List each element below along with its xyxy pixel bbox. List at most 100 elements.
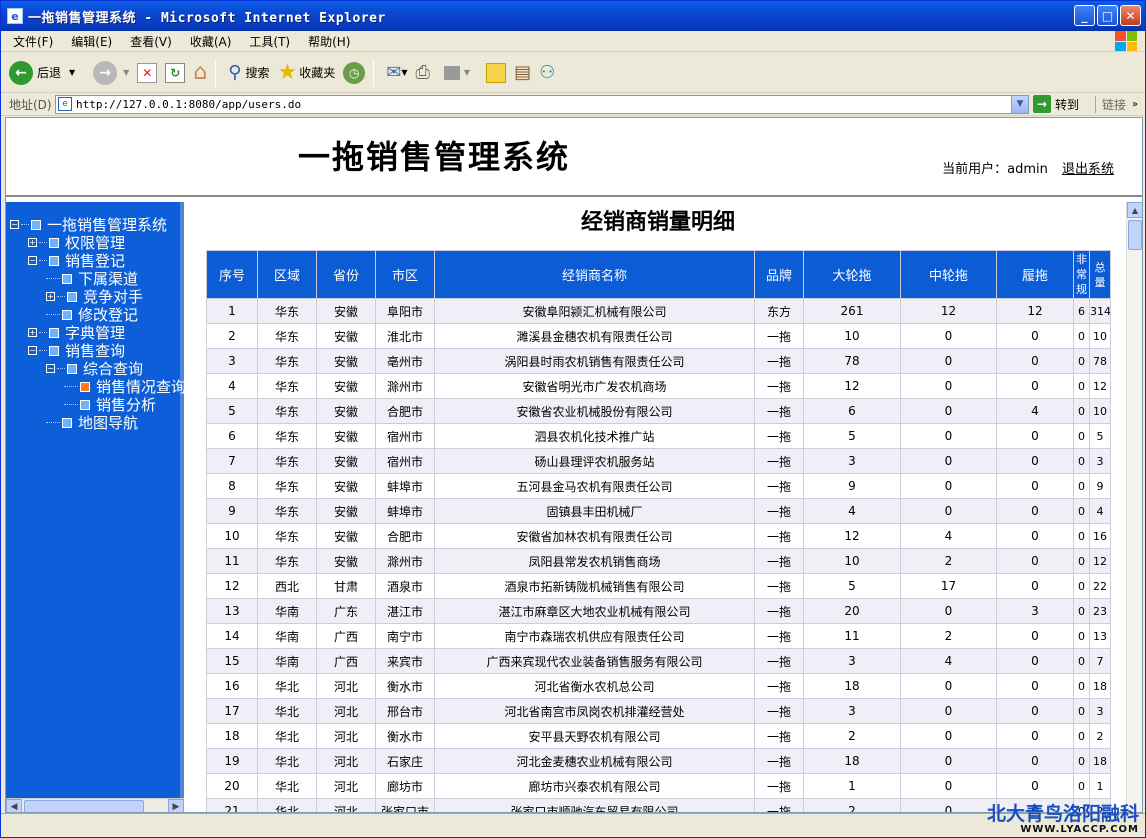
- table-cell: 广东: [316, 598, 376, 624]
- research-button[interactable]: ▤: [514, 62, 531, 83]
- table-row: 19 华北 河北 石家庄 河北金麦穗农业机械有限公司 一拖 18 0 0 0 18: [206, 748, 1111, 774]
- menu-file[interactable]: 文件(F): [13, 33, 53, 50]
- home-button[interactable]: ⌂: [193, 60, 207, 85]
- table-cell: 0: [900, 748, 997, 774]
- stop-button[interactable]: ✕: [137, 62, 158, 83]
- table-cell: 蚌埠市: [375, 473, 435, 499]
- table-cell: 华东: [257, 448, 317, 474]
- table-cell: 21: [206, 798, 258, 812]
- table-cell: 4: [206, 373, 258, 399]
- user-info: 当前用户：admin 退出系统: [942, 158, 1114, 177]
- table-cell: 华南: [257, 648, 317, 674]
- address-bar: 地址(D) e http://127.0.0.1:8080/app/users.…: [1, 93, 1145, 116]
- table-row: 4 华东 安徽 滁州市 安徽省明光市广发农机商场 一拖 12 0 0 0 12: [206, 373, 1111, 399]
- col-header-medium-wheel[interactable]: 中轮拖: [900, 250, 997, 299]
- table-row: 3 华东 安徽 亳州市 涡阳县时雨农机销售有限责任公司 一拖 78 0 0 0 78: [206, 348, 1111, 374]
- collapse-icon[interactable]: −: [10, 220, 19, 229]
- table-cell: 12: [803, 523, 901, 549]
- edit-button[interactable]: ▼: [438, 65, 470, 80]
- history-button[interactable]: ◷: [343, 61, 366, 84]
- table-cell: 0: [900, 773, 997, 799]
- watermark-line2: WWW.LYACCP.COM: [1020, 824, 1139, 835]
- table-cell: 0: [1073, 548, 1090, 574]
- address-dropdown-icon[interactable]: ▼: [1011, 95, 1028, 113]
- col-header-dealer[interactable]: 经销商名称: [434, 250, 755, 299]
- menu-edit[interactable]: 编辑(E): [71, 33, 112, 50]
- table-cell: 78: [1089, 348, 1111, 374]
- table-cell: 安徽省明光市广发农机商场: [434, 373, 755, 399]
- table-cell: 2: [900, 548, 997, 574]
- col-header-nonstandard[interactable]: 非常规: [1073, 250, 1090, 299]
- node-icon: [49, 237, 59, 248]
- address-input[interactable]: e http://127.0.0.1:8080/app/users.do ▼: [55, 94, 1029, 114]
- table-cell: 4: [1089, 498, 1111, 524]
- tree-horizontal-scrollbar[interactable]: ◀ ▶: [6, 798, 184, 812]
- favorites-button[interactable]: ★ 收藏夹: [278, 60, 336, 85]
- scroll-left-icon[interactable]: ◀: [6, 799, 22, 812]
- forward-button[interactable]: → ▼: [83, 60, 129, 85]
- table-row: 18 华北 河北 衡水市 安平县天野农机有限公司 一拖 2 0 0 0 2: [206, 723, 1111, 749]
- expand-icon[interactable]: +: [28, 238, 37, 247]
- search-button[interactable]: ⚲ 搜索: [228, 62, 269, 83]
- go-button[interactable]: → 转到: [1033, 95, 1079, 113]
- table-cell: 20: [803, 598, 901, 624]
- table-row: 2 华东 安徽 淮北市 濉溪县金穗农机有限责任公司 一拖 10 0 0 0 10: [206, 323, 1111, 349]
- table-cell: 固镇县丰田机械厂: [434, 498, 755, 524]
- table-cell: 0: [996, 548, 1074, 574]
- scroll-thumb[interactable]: [1128, 220, 1142, 250]
- close-button[interactable]: ✕: [1120, 5, 1141, 26]
- table-cell: 0: [900, 473, 997, 499]
- current-user: 当前用户：admin: [942, 162, 1048, 177]
- col-header-region[interactable]: 区域: [257, 250, 317, 299]
- table-cell: 华东: [257, 523, 317, 549]
- collapse-icon[interactable]: −: [28, 256, 37, 265]
- mail-button[interactable]: ✉ ▼: [386, 62, 407, 83]
- menu-help[interactable]: 帮助(H): [308, 33, 350, 50]
- expand-icon[interactable]: +: [28, 328, 37, 337]
- menu-favorites[interactable]: 收藏(A): [190, 33, 232, 50]
- refresh-button[interactable]: ↻: [165, 62, 186, 83]
- table-cell: 华东: [257, 298, 317, 324]
- col-header-crawler[interactable]: 履拖: [996, 250, 1074, 299]
- collapse-icon[interactable]: −: [28, 346, 37, 355]
- expand-icon[interactable]: +: [46, 292, 55, 301]
- table-row: 21 华北 河北 张家口市 张家口市顺驰汽车贸易有限公司 一拖 2 0 0 0 2: [206, 798, 1111, 812]
- col-header-city[interactable]: 市区: [375, 250, 435, 299]
- maximize-button[interactable]: □: [1097, 5, 1118, 26]
- table-cell: 0: [900, 798, 997, 812]
- discuss-button[interactable]: [478, 62, 507, 83]
- logout-link[interactable]: 退出系统: [1062, 162, 1114, 177]
- col-header-province[interactable]: 省份: [316, 250, 376, 299]
- table-cell: 17: [206, 698, 258, 724]
- messenger-icon: ⚇: [539, 62, 556, 83]
- main-vertical-scrollbar[interactable]: ▲: [1126, 202, 1142, 812]
- table-cell: 一拖: [754, 723, 804, 749]
- mail-icon: ✉: [386, 62, 402, 83]
- menu-tools[interactable]: 工具(T): [249, 33, 290, 50]
- tree-node-map-navigation[interactable]: 地图导航: [46, 412, 138, 433]
- print-button[interactable]: ⎙: [416, 62, 430, 83]
- col-header-index[interactable]: 序号: [206, 250, 258, 299]
- table-cell: 东方: [754, 298, 804, 324]
- sales-table: 序号 区域 省份 市区 经销商名称 品牌 大轮拖 中轮拖 履拖 非常规 总量 1…: [206, 250, 1111, 812]
- table-cell: 安徽: [316, 373, 376, 399]
- table-cell: 河北: [316, 773, 376, 799]
- table-cell: 0: [900, 698, 997, 724]
- toolbar: ← 后退 ▼ → ▼ ✕ ↻ ⌂ ⚲ 搜索 ★ 收藏夹 ◷ ✉ ▼ ⎙ ▼ ▤ …: [1, 53, 1145, 93]
- messenger-button[interactable]: ⚇: [539, 62, 555, 83]
- table-cell: 阜阳市: [375, 298, 435, 324]
- collapse-icon[interactable]: −: [46, 364, 55, 373]
- main-panel: 经销商销量明细 序号 区域 省份 市区 经销商名称 品牌 大轮拖 中轮拖 履拖 …: [190, 202, 1126, 812]
- table-cell: 安徽: [316, 523, 376, 549]
- col-header-brand[interactable]: 品牌: [754, 250, 804, 299]
- minimize-button[interactable]: _: [1074, 5, 1095, 26]
- menu-view[interactable]: 查看(V): [130, 33, 172, 50]
- scroll-right-icon[interactable]: ▶: [168, 799, 184, 812]
- scroll-up-icon[interactable]: ▲: [1127, 202, 1142, 218]
- links-button[interactable]: 链接: [1095, 95, 1126, 113]
- table-cell: 河北省南宫市凤岗农机排灌经营处: [434, 698, 755, 724]
- col-header-total[interactable]: 总量: [1089, 250, 1111, 299]
- table-cell: 0: [1073, 573, 1090, 599]
- back-button[interactable]: ← 后退 ▼: [9, 60, 75, 85]
- col-header-large-wheel[interactable]: 大轮拖: [803, 250, 901, 299]
